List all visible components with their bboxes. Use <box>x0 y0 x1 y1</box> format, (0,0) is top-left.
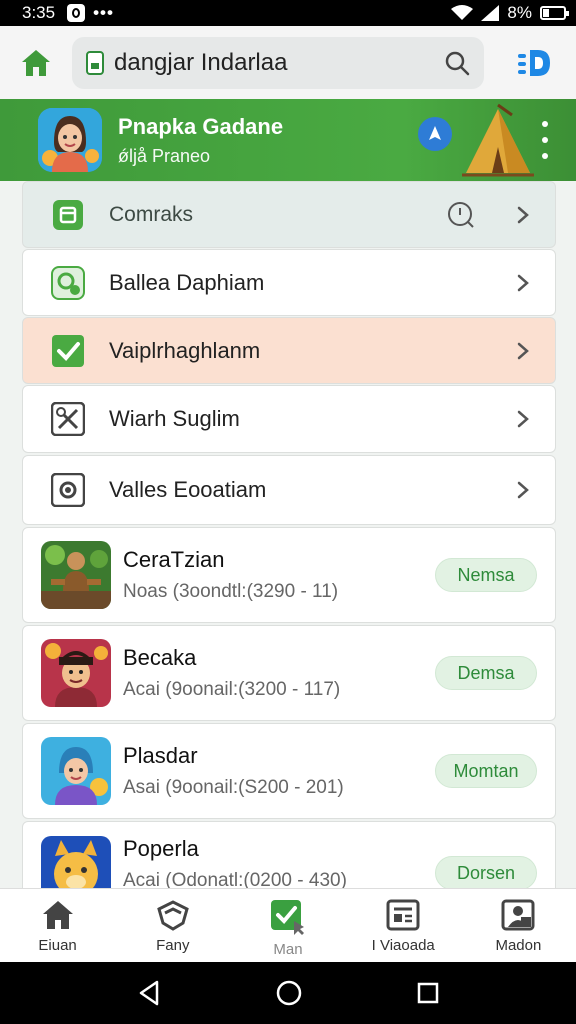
battery-icon <box>540 6 569 20</box>
wifi-icon <box>451 5 474 20</box>
record-icon <box>51 473 85 507</box>
app-meta: Asai (9oonail:(S200 - 201) <box>123 777 344 798</box>
recents-icon[interactable] <box>417 982 439 1004</box>
back-icon[interactable] <box>137 980 161 1006</box>
account-button[interactable] <box>514 43 554 83</box>
chevron-right-icon <box>517 206 529 223</box>
status-time: 3:35 <box>22 3 56 22</box>
nav-label: Fany <box>156 937 190 954</box>
app-thumbnail <box>41 737 111 805</box>
home-button[interactable] <box>0 26 72 99</box>
profile-banner: Pnapka Gadane ǿljå Praneo <box>0 99 576 181</box>
home-icon <box>22 49 50 76</box>
nav-item-news[interactable]: I Viaoada <box>346 889 461 962</box>
app-action-button[interactable]: Dorsen <box>435 856 537 890</box>
menu-header-label: Comraks <box>109 202 194 226</box>
image-icon <box>501 899 535 931</box>
list-item[interactable]: Becaka Acai (9oonail:(3200 - 117) Demsa <box>22 625 556 721</box>
banner-subtitle: ǿljå Praneo <box>118 145 211 166</box>
menu-item-label: Wiarh Suglim <box>109 406 240 431</box>
menu-item-label: Vaiplrhaghlanm <box>109 337 261 363</box>
check-icon <box>271 900 304 935</box>
app-action-button[interactable]: Nemsa <box>435 558 537 592</box>
nav-label: I Viaoada <box>371 937 435 954</box>
chevron-right-icon <box>517 342 529 359</box>
app-name: Becaka <box>123 645 197 670</box>
menu-item-3[interactable]: Valles Eooatiam <box>22 455 556 525</box>
location-badge-icon[interactable] <box>418 117 452 151</box>
battery-percent: 8% <box>507 3 532 22</box>
app-name: Poperla <box>123 836 199 861</box>
clock-icon[interactable] <box>447 201 475 229</box>
app-thumbnail <box>41 639 111 707</box>
menu-header-row[interactable]: Comraks <box>22 181 556 248</box>
tag-icon <box>51 265 85 300</box>
banner-title: Pnapka Gadane <box>118 113 284 139</box>
home-circle-icon[interactable] <box>276 980 302 1006</box>
avatar[interactable] <box>38 108 102 172</box>
address-bar[interactable] <box>72 36 484 89</box>
nav-label: Madon <box>495 937 542 954</box>
profile-icon <box>518 49 550 76</box>
more-options-icon[interactable] <box>538 121 552 159</box>
checkbox-icon <box>51 334 85 368</box>
page-icon <box>86 50 104 75</box>
signal-icon <box>481 5 500 21</box>
nav-item-madon[interactable]: Madon <box>461 889 576 962</box>
status-bar: 3:35 ••• 8% <box>0 0 576 26</box>
menu-item-label: Ballea Daphiam <box>109 269 265 295</box>
news-icon <box>386 899 420 931</box>
menu-item-2[interactable]: Wiarh Suglim <box>22 385 556 453</box>
list-item[interactable]: Plasdar Asai (9oonail:(S200 - 201) Momta… <box>22 723 556 819</box>
menu-item-0[interactable]: Ballea Daphiam <box>22 249 556 316</box>
app-action-button[interactable]: Momtan <box>435 754 537 788</box>
menu-item-1[interactable]: Vaiplrhaghlanm <box>22 317 556 384</box>
chevron-right-icon <box>517 274 529 291</box>
list-item[interactable]: CeraTzian Noas (3oondtl:(3290 - 11) Nems… <box>22 527 556 623</box>
home-icon <box>42 901 73 929</box>
menu-item-label: Valles Eooatiam <box>109 477 267 502</box>
tools-icon <box>51 402 85 436</box>
nav-item-fany[interactable]: Fany <box>115 889 230 962</box>
tent-icon <box>462 103 534 177</box>
app-meta: Noas (3oondtl:(3290 - 11) <box>123 581 339 602</box>
app-name: CeraTzian <box>123 547 225 572</box>
bottom-navigation: Eiuan Fany Man I Viaoada Madon <box>0 888 576 962</box>
more-notifications-icon: ••• <box>93 3 114 22</box>
search-icon[interactable] <box>444 50 470 76</box>
browser-toolbar <box>0 26 576 99</box>
system-navigation <box>0 962 576 1024</box>
nav-item-home[interactable]: Eiuan <box>0 889 115 962</box>
chevron-right-icon <box>517 481 529 499</box>
nav-label: Man <box>273 941 303 958</box>
nav-item-man[interactable]: Man <box>230 889 345 962</box>
chevron-right-icon <box>517 410 529 428</box>
app-meta: Acai (9oonail:(3200 - 117) <box>123 679 341 700</box>
notification-icon <box>67 4 86 22</box>
app-action-button[interactable]: Demsa <box>435 656 537 690</box>
menu-header-icon <box>51 198 85 232</box>
app-name: Plasdar <box>123 743 198 768</box>
shield-icon <box>157 900 189 931</box>
address-input[interactable] <box>114 48 434 77</box>
app-thumbnail <box>41 541 111 609</box>
nav-label: Eiuan <box>38 937 77 954</box>
